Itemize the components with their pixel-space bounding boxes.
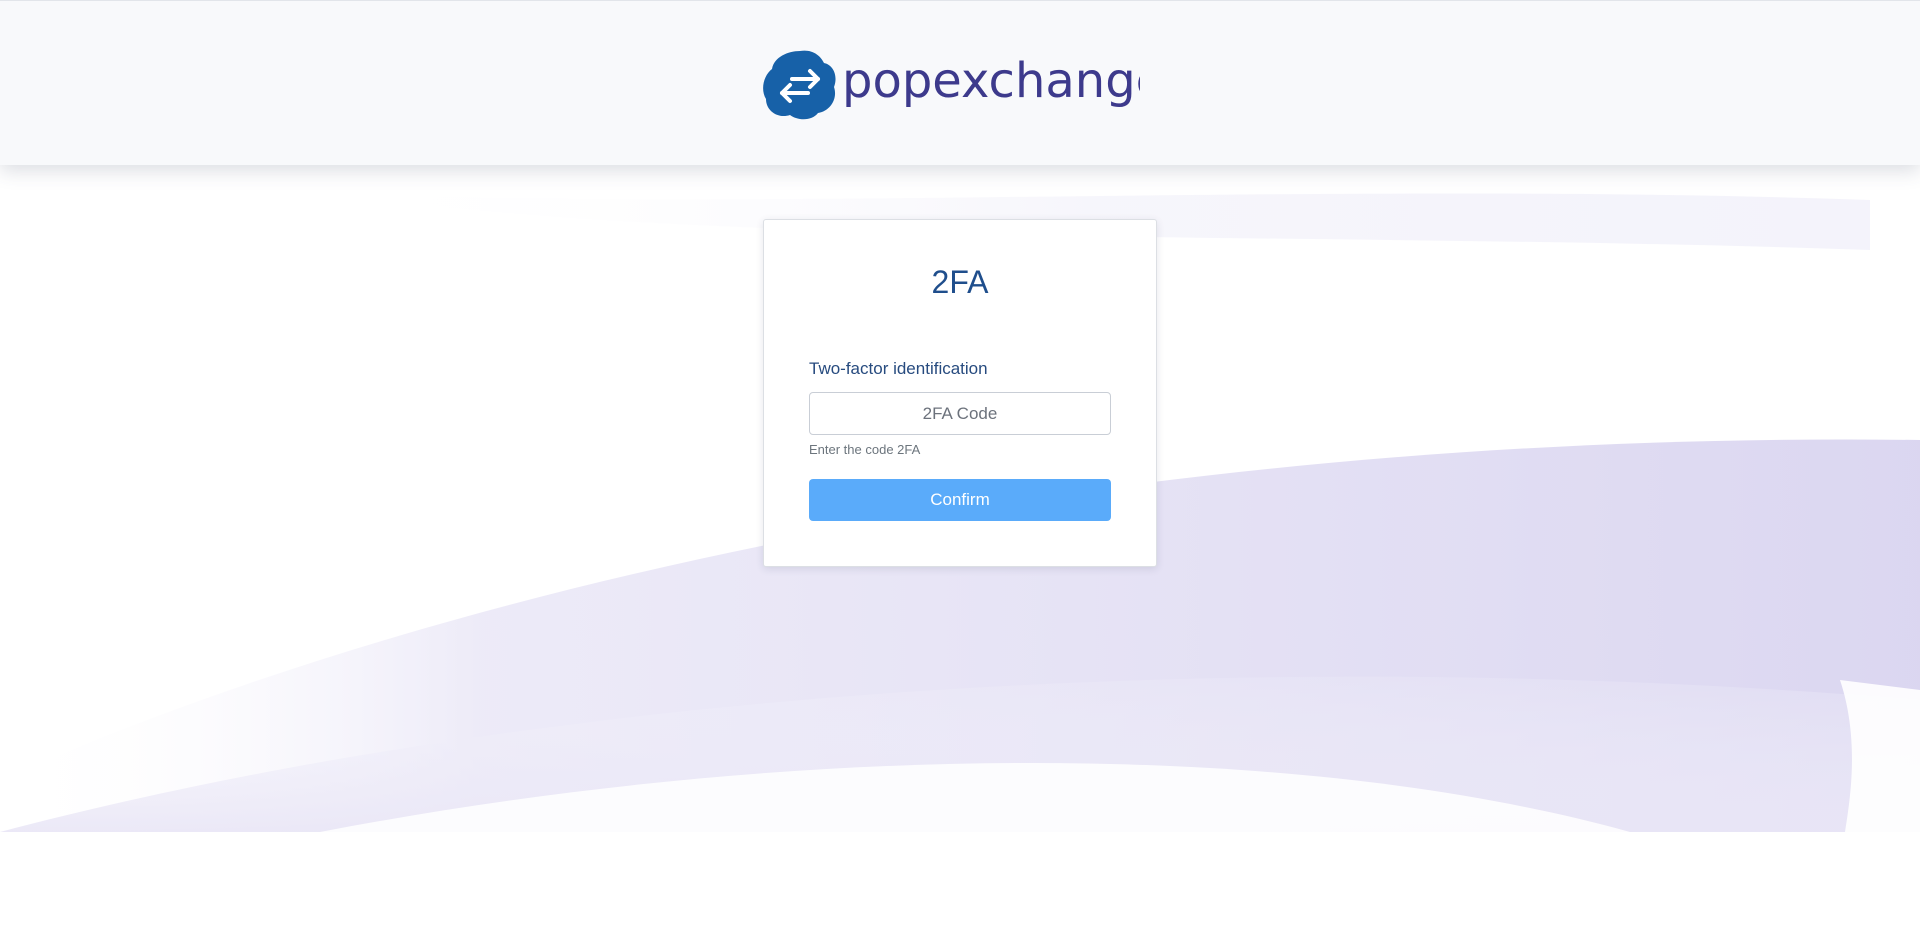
- swap-arrows-icon: [763, 50, 836, 120]
- top-header: popexchange: [0, 0, 1920, 165]
- two-factor-help-text: Enter the code 2FA: [809, 442, 921, 457]
- two-factor-code-input[interactable]: [809, 392, 1111, 435]
- logo-wordmark-text: popexchange: [842, 55, 1140, 109]
- popexchange-logo[interactable]: popexchange: [762, 49, 1140, 121]
- two-factor-label: Two-factor identification: [809, 359, 988, 378]
- card-title: 2FA: [931, 264, 989, 300]
- confirm-button[interactable]: Confirm: [809, 479, 1111, 521]
- page: popexchange 2FA Two-factor identificatio…: [0, 0, 1920, 938]
- two-factor-card: 2FA Two-factor identification Enter the …: [763, 219, 1157, 567]
- logo-wordmark: popexchange: [840, 49, 1140, 121]
